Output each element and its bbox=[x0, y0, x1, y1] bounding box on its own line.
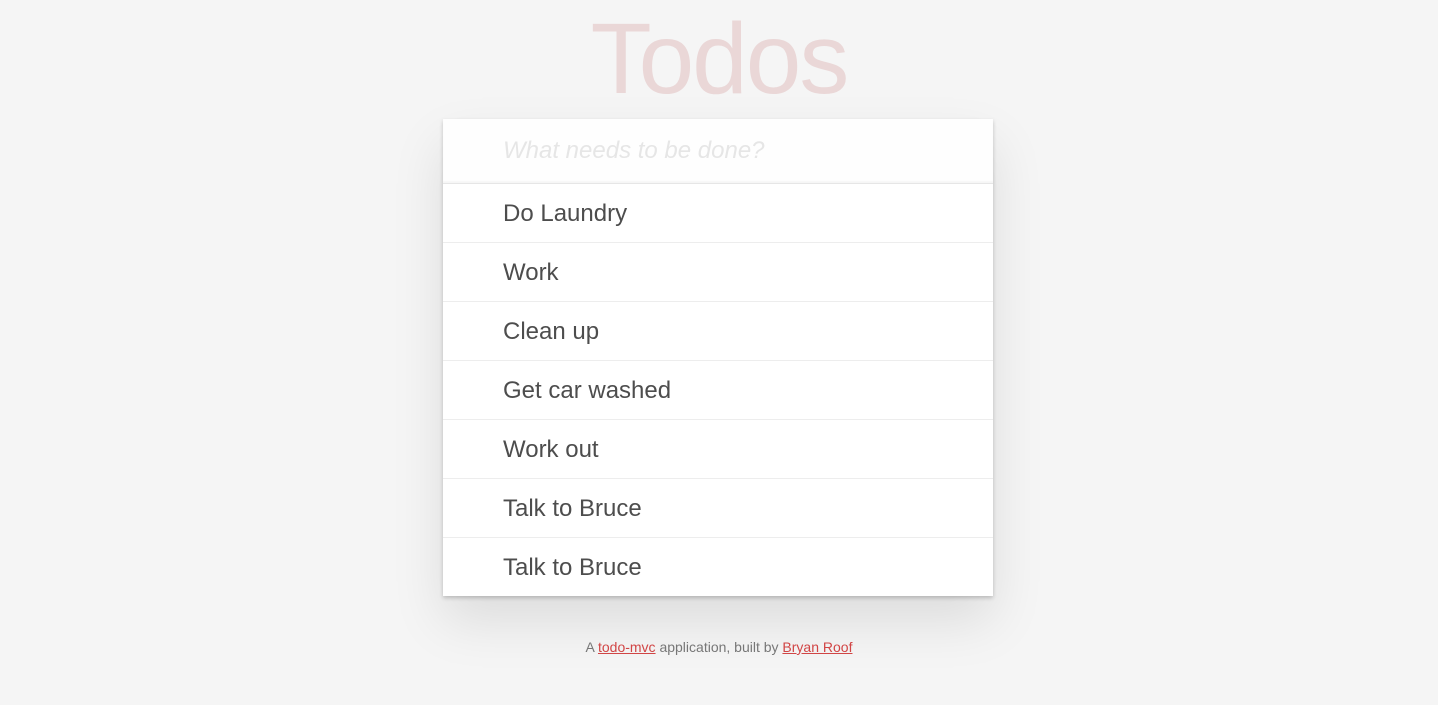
todo-app: Do Laundry Work Clean up Get car washed … bbox=[443, 119, 993, 596]
todo-label[interactable]: Talk to Bruce bbox=[443, 479, 993, 539]
footer-middle: application, built by bbox=[659, 639, 779, 655]
info-footer: A todo-mvc application, built by Bryan R… bbox=[0, 636, 1438, 658]
page-title: Todos bbox=[590, 3, 850, 115]
todo-label[interactable]: Do Laundry bbox=[443, 184, 993, 244]
todo-label[interactable]: Talk to Bruce bbox=[443, 538, 993, 598]
todo-item-3[interactable]: Clean up bbox=[443, 302, 993, 361]
todo-item-2[interactable]: Work bbox=[443, 243, 993, 302]
todo-mvc-link[interactable]: todo-mvc bbox=[598, 639, 656, 655]
todo-label[interactable]: Work bbox=[443, 243, 993, 303]
todo-label[interactable]: Work out bbox=[443, 420, 993, 480]
todo-item-5[interactable]: Work out bbox=[443, 420, 993, 479]
todo-item-1[interactable]: Do Laundry bbox=[443, 184, 993, 243]
author-link[interactable]: Bryan Roof bbox=[782, 639, 852, 655]
footer-prefix: A bbox=[585, 639, 595, 655]
todo-label[interactable]: Clean up bbox=[443, 302, 993, 362]
todo-item-6[interactable]: Talk to Bruce bbox=[443, 479, 993, 538]
new-todo-input[interactable] bbox=[443, 119, 993, 184]
todo-item-4[interactable]: Get car washed bbox=[443, 361, 993, 420]
todo-label[interactable]: Get car washed bbox=[443, 361, 993, 421]
todo-list: Do Laundry Work Clean up Get car washed … bbox=[443, 184, 993, 596]
todo-item-7[interactable]: Talk to Bruce bbox=[443, 538, 993, 596]
